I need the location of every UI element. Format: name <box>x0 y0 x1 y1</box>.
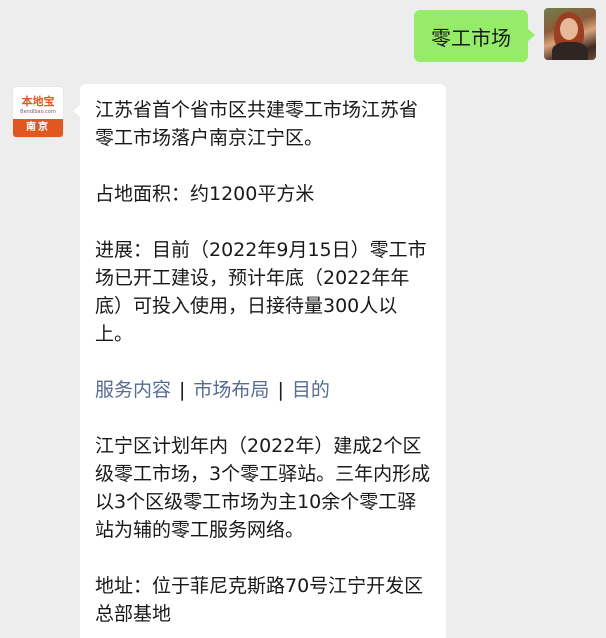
chat-window: 零工市场 本地宝 Bendibao.com 南京 江苏省首个省市区共建零工市场江… <box>0 0 606 638</box>
message-plan: 江宁区计划年内（2022年）建成2个区级零工市场，3个零工驿站。三年内形成以3个… <box>95 435 431 541</box>
bot-brand-logo: 本地宝 <box>21 95 55 108</box>
outgoing-message-text: 零工市场 <box>431 25 511 50</box>
message-link-row: 服务内容 | 市场布局 | 目的 <box>95 376 432 404</box>
link-service-content[interactable]: 服务内容 <box>95 379 171 401</box>
link-market-layout[interactable]: 市场布局 <box>193 379 269 401</box>
bot-brand-domain: Bendibao.com <box>20 109 56 115</box>
message-intro: 江苏省首个省市区共建零工市场江苏省零工市场落户南京江宁区。 <box>95 99 419 149</box>
link-separator: | <box>277 379 284 401</box>
message-address: 地址：位于菲尼克斯路70号江宁开发区总部基地 <box>95 575 424 625</box>
message-progress: 进展：目前（2022年9月15日）零工市场已开工建设，预计年底（2022年年底）… <box>95 239 427 345</box>
incoming-message-bubble: 江苏省首个省市区共建零工市场江苏省零工市场落户南京江宁区。 占地面积：约1200… <box>73 84 446 638</box>
user-avatar[interactable] <box>544 8 596 60</box>
bot-city-badge: 南京 <box>13 119 63 137</box>
message-area: 占地面积：约1200平方米 <box>95 183 315 205</box>
link-purpose[interactable]: 目的 <box>292 379 330 401</box>
outgoing-message-bubble[interactable]: 零工市场 <box>414 10 535 62</box>
avatar-face <box>560 18 578 40</box>
link-separator: | <box>179 379 186 401</box>
bot-avatar[interactable]: 本地宝 Bendibao.com 南京 <box>12 86 64 138</box>
avatar-body <box>552 42 588 60</box>
